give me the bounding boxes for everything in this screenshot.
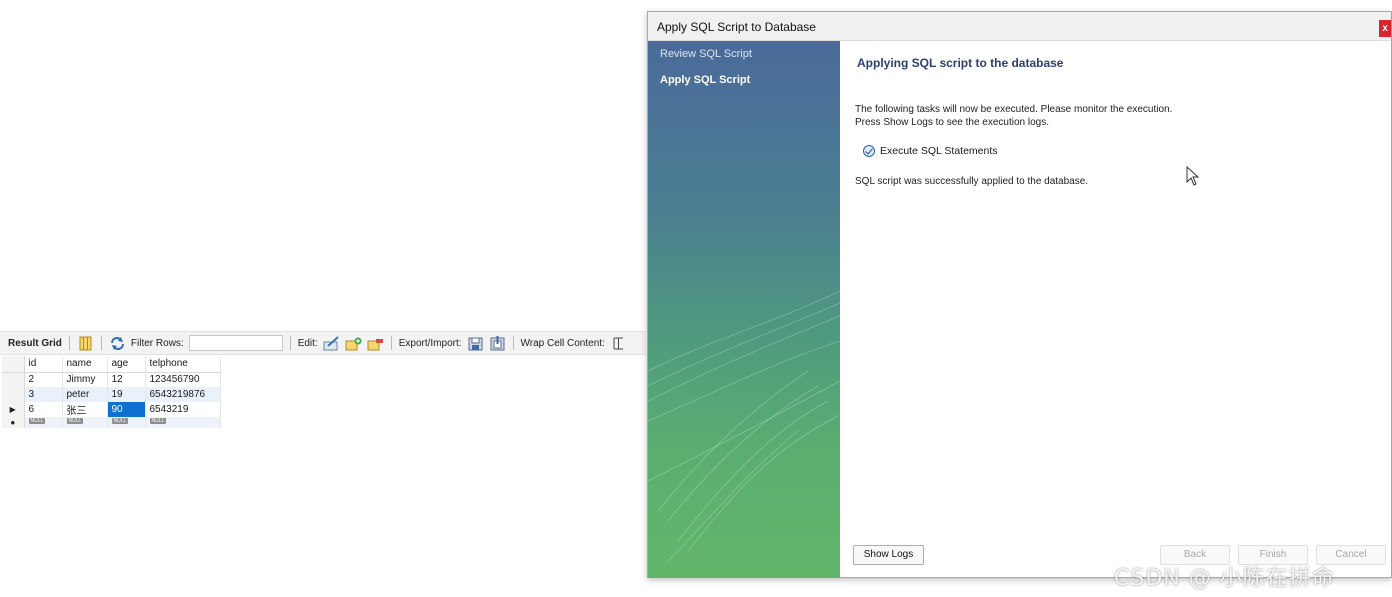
null-badge: NULL	[66, 418, 84, 424]
close-button[interactable]: x	[1379, 20, 1391, 37]
toolbar-divider	[289, 336, 291, 350]
mouse-cursor-icon	[1186, 166, 1200, 186]
cell-name[interactable]: peter	[62, 387, 108, 402]
cell-id[interactable]: 3	[24, 387, 63, 402]
result-message: SQL script was successfully applied to t…	[855, 176, 1089, 187]
cell-age[interactable]: 19	[107, 387, 146, 402]
cell-age-selected[interactable]: 90	[107, 402, 146, 417]
cell-name[interactable]: Jimmy	[62, 372, 108, 387]
refresh-icon[interactable]	[109, 336, 126, 351]
watermark-text: CSDN @ 小陈在拼命	[1114, 566, 1335, 591]
row-header-corner	[2, 356, 25, 373]
check-circle-icon	[863, 145, 875, 157]
filter-rows-input[interactable]	[188, 335, 283, 351]
description-line-2: Press Show Logs to see the execution log…	[855, 117, 1050, 128]
task-execute-sql: Execute SQL Statements	[863, 145, 998, 157]
null-badge: NULL	[149, 418, 167, 424]
column-header-telphone[interactable]: telphone	[145, 356, 221, 373]
row-header[interactable]	[2, 372, 25, 387]
toolbar-divider	[390, 336, 392, 350]
new-row-marker[interactable]: ●	[2, 417, 25, 428]
table-row[interactable]: ▶ 6 张三 90 6543219	[2, 402, 221, 417]
cell-telphone[interactable]: 6543219876	[145, 387, 221, 402]
edit-row-icon[interactable]	[323, 335, 340, 351]
cell-id[interactable]: 6	[24, 402, 63, 417]
column-header-age[interactable]: age	[107, 356, 146, 373]
null-cell[interactable]: NULL	[107, 417, 146, 428]
dialog-titlebar[interactable]: Apply SQL Script to Database x	[648, 12, 1391, 41]
cell-telphone[interactable]: 123456790	[145, 372, 221, 387]
cell-id[interactable]: 2	[24, 372, 63, 387]
toolbar-divider	[512, 336, 514, 350]
page-heading: Applying SQL script to the database	[857, 56, 1064, 70]
toolbar-divider	[100, 336, 102, 350]
show-logs-button[interactable]: Show Logs	[853, 545, 924, 565]
column-header-id[interactable]: id	[24, 356, 63, 373]
toolbar-divider	[68, 336, 70, 350]
task-label: Execute SQL Statements	[880, 145, 998, 157]
dialog-content: Applying SQL script to the database The …	[840, 41, 1391, 577]
current-row-marker[interactable]: ▶	[2, 402, 25, 417]
table-row[interactable]: 2 Jimmy 12 123456790	[2, 372, 221, 387]
table-header-row: id name age telphone	[2, 356, 221, 373]
null-cell[interactable]: NULL	[24, 417, 63, 428]
dialog-title: Apply SQL Script to Database	[657, 20, 816, 34]
column-header-name[interactable]: name	[62, 356, 108, 373]
wrap-cell-content-label: Wrap Cell Content:	[520, 337, 605, 349]
table-row[interactable]: 3 peter 19 6543219876	[2, 387, 221, 402]
wrap-text-icon[interactable]	[610, 336, 627, 351]
null-cell[interactable]: NULL	[145, 417, 221, 428]
null-cell[interactable]: NULL	[62, 417, 108, 428]
grid-view-icon[interactable]	[77, 336, 94, 351]
apply-sql-dialog: Apply SQL Script to Database x Review SQ…	[647, 11, 1392, 578]
row-header[interactable]	[2, 387, 25, 402]
description: The following tasks will now be executed…	[855, 103, 1172, 129]
cell-name[interactable]: 张三	[62, 402, 108, 417]
edit-label: Edit:	[297, 337, 318, 349]
import-icon[interactable]	[489, 335, 506, 351]
cell-telphone[interactable]: 6543219	[145, 402, 221, 417]
cell-age[interactable]: 12	[107, 372, 146, 387]
result-grid-toolbar: Result Grid Filter Rows: Edit: Export/Im…	[0, 331, 646, 355]
new-row[interactable]: ● NULL NULL NULL NULL	[2, 417, 221, 428]
insert-row-icon[interactable]	[345, 336, 362, 351]
result-grid-table: id name age telphone 2 Jimmy 12 12345679…	[2, 356, 221, 428]
sidebar-decoration	[648, 290, 840, 562]
null-badge: NULL	[28, 418, 46, 424]
result-grid-label[interactable]: Result Grid	[8, 338, 62, 349]
delete-row-icon[interactable]	[367, 336, 384, 351]
description-line-1: The following tasks will now be executed…	[855, 104, 1173, 115]
filter-rows-label: Filter Rows:	[130, 337, 184, 349]
step-review-sql-script: Review SQL Script	[660, 48, 752, 60]
wizard-sidebar: Review SQL Script Apply SQL Script	[648, 41, 840, 578]
export-import-label: Export/Import:	[398, 337, 462, 349]
null-badge: NULL	[111, 418, 129, 424]
step-apply-sql-script: Apply SQL Script	[660, 74, 751, 86]
export-icon[interactable]	[467, 336, 484, 351]
